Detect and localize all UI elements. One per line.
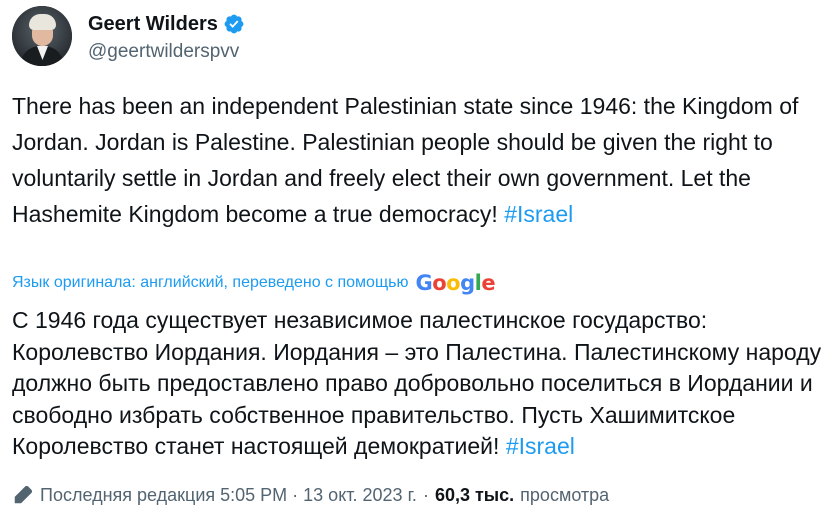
meta-separator: ·	[422, 484, 429, 505]
google-logo: Google	[415, 271, 496, 295]
edit-history-link[interactable]: Последняя редакция 5:05 PM · 13 окт. 202…	[40, 485, 417, 506]
pencil-icon[interactable]	[12, 484, 34, 506]
views-count: 60,3 тыс.	[434, 484, 515, 505]
tweet-meta: Последняя редакция 5:05 PM · 13 окт. 202…	[12, 481, 609, 509]
views-label: просмотра	[520, 484, 610, 505]
verified-badge-icon[interactable]	[223, 13, 245, 35]
tweet-header: Geert Wilders @geertwilderspvv	[12, 6, 245, 66]
tweet-body: There has been an independent Palestinia…	[12, 93, 799, 227]
hashtag-link[interactable]: #Israel	[504, 201, 573, 227]
tweet-text: There has been an independent Palestinia…	[12, 88, 828, 232]
author-info: Geert Wilders @geertwilderspvv	[88, 9, 245, 63]
translated-body: С 1946 года существует независимое палес…	[12, 307, 822, 459]
translation-note-text[interactable]: Язык оригинала: английский, переведено с…	[12, 274, 408, 292]
translated-text: С 1946 года существует независимое палес…	[12, 305, 834, 463]
author-handle[interactable]: @geertwilderspvv	[88, 41, 245, 63]
avatar[interactable]	[12, 6, 72, 66]
translated-hashtag-link[interactable]: #Israel	[506, 433, 575, 459]
translation-note: Язык оригинала: английский, переведено с…	[12, 270, 496, 296]
author-display-name[interactable]: Geert Wilders	[88, 13, 218, 36]
